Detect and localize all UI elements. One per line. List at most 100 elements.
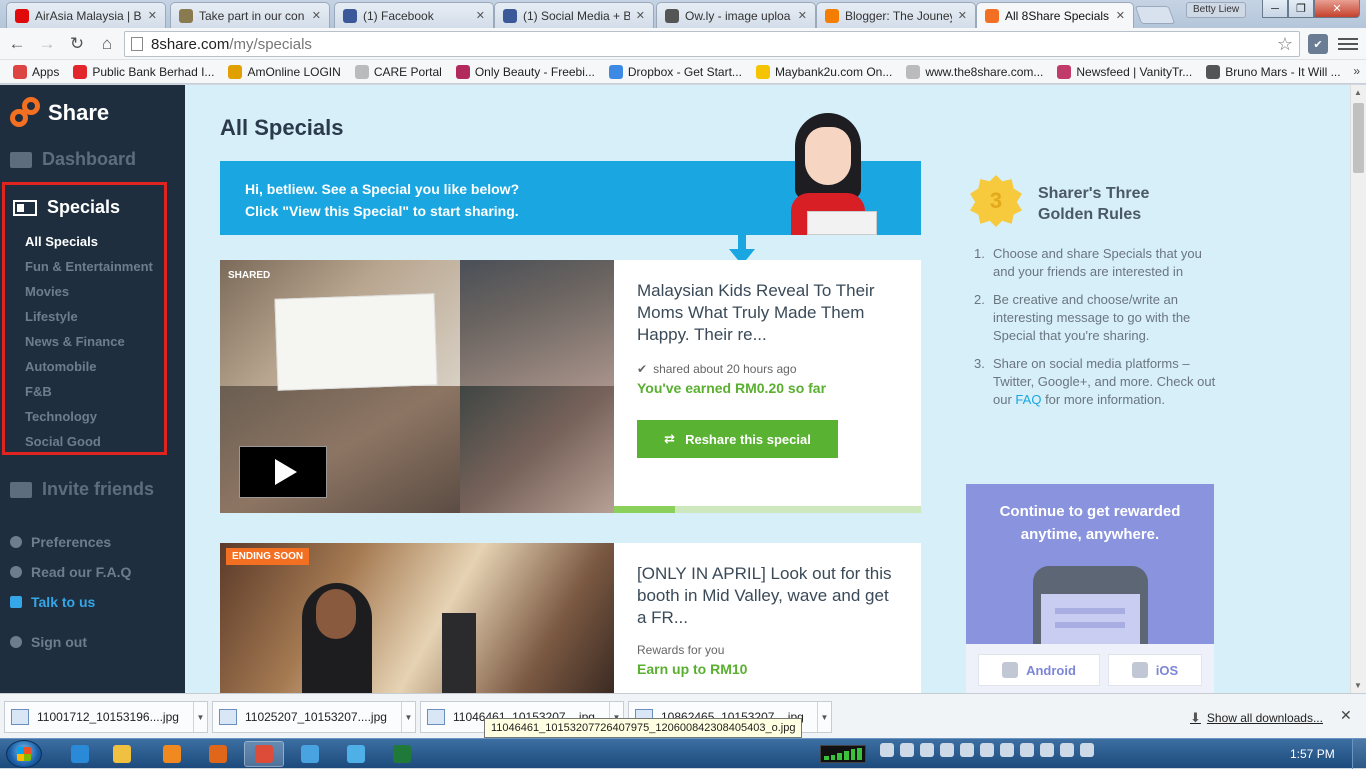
- back-button[interactable]: ←: [4, 32, 30, 56]
- sidebar-item-preferences[interactable]: Preferences: [10, 534, 111, 550]
- bookmark-item[interactable]: Only Beauty - Freebi...: [449, 64, 602, 79]
- category-movies[interactable]: Movies: [25, 284, 69, 299]
- category-social-good[interactable]: Social Good: [25, 434, 101, 449]
- rule-item: 1. Choose and share Specials that you an…: [974, 245, 1218, 281]
- bookmark-item[interactable]: CARE Portal: [348, 64, 449, 79]
- chrome-menu-icon[interactable]: [1338, 34, 1358, 54]
- android-button[interactable]: Android: [978, 654, 1100, 686]
- maximize-button[interactable]: ❐: [1288, 0, 1314, 18]
- close-icon[interactable]: ✕: [958, 9, 967, 22]
- taskbar-app-ie[interactable]: [60, 741, 100, 767]
- address-bar[interactable]: 8share.com/my/specials ☆: [124, 31, 1300, 57]
- page-scrollbar[interactable]: ▲ ▼: [1350, 85, 1366, 693]
- close-icon[interactable]: ✕: [798, 9, 807, 22]
- bookmark-item[interactable]: Public Bank Berhad I...: [66, 64, 221, 79]
- download-item[interactable]: 11001712_10153196....jpg ▼: [4, 701, 208, 733]
- sidebar-item-signout[interactable]: Sign out: [10, 634, 87, 650]
- taskbar-app-excel[interactable]: [382, 741, 422, 767]
- extension-icon[interactable]: ✔: [1308, 34, 1328, 54]
- play-button[interactable]: [239, 446, 327, 498]
- card-title[interactable]: Malaysian Kids Reveal To Their Moms What…: [637, 280, 899, 346]
- bookmark-star-icon[interactable]: ☆: [1277, 34, 1293, 55]
- new-tab-button[interactable]: [1134, 6, 1176, 24]
- show-all-downloads-link[interactable]: ⬇ Show all downloads...: [1190, 710, 1323, 726]
- browser-tab[interactable]: Take part in our con ✕: [170, 2, 330, 28]
- bluetooth-icon[interactable]: [920, 743, 934, 757]
- show-desktop-button[interactable]: [1352, 739, 1366, 769]
- scroll-up-icon[interactable]: ▲: [1354, 88, 1362, 97]
- forward-button[interactable]: →: [34, 32, 60, 56]
- sync-icon[interactable]: [1000, 743, 1014, 757]
- download-item[interactable]: 11025207_10153207....jpg ▼: [212, 701, 416, 733]
- bookmark-item[interactable]: Dropbox - Get Start...: [602, 64, 749, 79]
- wifi-icon[interactable]: [880, 743, 894, 757]
- minimize-button[interactable]: ─: [1262, 0, 1288, 18]
- bookmark-item[interactable]: Newsfeed | VanityTr...: [1050, 64, 1199, 79]
- start-button[interactable]: [6, 740, 42, 768]
- skype-icon[interactable]: [1020, 743, 1034, 757]
- clock[interactable]: 1:57 PM: [1290, 747, 1335, 761]
- scrollbar-thumb[interactable]: [1353, 103, 1364, 173]
- volume-icon[interactable]: [1080, 743, 1094, 757]
- taskbar-app-firefox[interactable]: [198, 741, 238, 767]
- reload-button[interactable]: ↻: [64, 32, 90, 56]
- browser-tab[interactable]: Blogger: The Jouney ✕: [816, 2, 976, 28]
- sidebar-item-specials[interactable]: Specials: [13, 197, 120, 218]
- browser-tab[interactable]: (1) Social Media + B ✕: [494, 2, 654, 28]
- category-technology[interactable]: Technology: [25, 409, 97, 424]
- dropdown-arrow-icon[interactable]: ▼: [401, 702, 415, 732]
- profile-user-badge[interactable]: Betty Liew: [1186, 2, 1247, 18]
- bookmarks-overflow-button[interactable]: »: [1353, 64, 1360, 78]
- browser-tab[interactable]: AirAsia Malaysia | Be ✕: [6, 2, 166, 28]
- taskbar-app-media[interactable]: [152, 741, 192, 767]
- taskbar-app-chrome[interactable]: [244, 741, 284, 767]
- scroll-down-icon[interactable]: ▼: [1354, 681, 1362, 690]
- reshare-button[interactable]: ⇄ Reshare this special: [637, 420, 838, 458]
- window-close-button[interactable]: ✕: [1314, 0, 1360, 18]
- signal-icon[interactable]: [1060, 743, 1074, 757]
- sidebar-item-faq[interactable]: Read our F.A.Q: [10, 564, 131, 580]
- faq-link[interactable]: FAQ: [1015, 392, 1041, 407]
- sidebar-item-talk[interactable]: Talk to us: [10, 594, 95, 610]
- browser-tab[interactable]: (1) Facebook ✕: [334, 2, 494, 28]
- chrome-tray-icon[interactable]: [960, 743, 974, 757]
- close-icon[interactable]: ✕: [148, 9, 157, 22]
- home-button[interactable]: ⌂: [94, 32, 120, 56]
- browser-tab-active[interactable]: All 8Share Specials ✕: [976, 2, 1134, 28]
- taskbar-app-globe[interactable]: [290, 741, 330, 767]
- browser-tab[interactable]: Ow.ly - image uploa ✕: [656, 2, 816, 28]
- category-automobile[interactable]: Automobile: [25, 359, 97, 374]
- category-fnb[interactable]: F&B: [25, 384, 52, 399]
- close-shelf-icon[interactable]: ✕: [1340, 707, 1352, 724]
- taskbar-app-explorer[interactable]: [102, 741, 142, 767]
- taskbar-app-messenger[interactable]: [336, 741, 376, 767]
- sidebar-item-dashboard[interactable]: Dashboard: [10, 149, 136, 170]
- card-title[interactable]: [ONLY IN APRIL] Look out for this booth …: [637, 563, 899, 629]
- close-icon[interactable]: ✕: [312, 9, 321, 22]
- special-card[interactable]: SHARED Malaysian Kids Reveal To Their Mo…: [220, 260, 921, 513]
- dropdown-arrow-icon[interactable]: ▼: [193, 702, 207, 732]
- close-icon[interactable]: ✕: [476, 9, 485, 22]
- flag-icon[interactable]: [940, 743, 954, 757]
- category-all-specials[interactable]: All Specials: [25, 234, 98, 249]
- ios-button[interactable]: iOS: [1108, 654, 1202, 686]
- category-fun-entertainment[interactable]: Fun & Entertainment: [25, 259, 153, 274]
- special-image[interactable]: ENDING SOON: [220, 543, 614, 693]
- bookmark-item[interactable]: Bruno Mars - It Will ...: [1199, 64, 1347, 79]
- bookmark-apps[interactable]: Apps: [6, 64, 66, 79]
- logo[interactable]: Share: [10, 97, 109, 129]
- category-news-finance[interactable]: News & Finance: [25, 334, 125, 349]
- category-lifestyle[interactable]: Lifestyle: [25, 309, 78, 324]
- bookmark-item[interactable]: AmOnline LOGIN: [221, 64, 347, 79]
- video-thumbnail[interactable]: SHARED: [220, 260, 614, 513]
- shield-icon[interactable]: [900, 743, 914, 757]
- sidebar-item-invite[interactable]: Invite friends: [10, 479, 154, 500]
- battery-icon[interactable]: [980, 743, 994, 757]
- bookmark-item[interactable]: Maybank2u.com On...: [749, 64, 899, 79]
- bookmark-item[interactable]: www.the8share.com...: [899, 64, 1050, 79]
- close-icon[interactable]: ✕: [1116, 9, 1125, 22]
- special-card[interactable]: ENDING SOON [ONLY IN APRIL] Look out for…: [220, 543, 921, 693]
- network-icon[interactable]: [1040, 743, 1054, 757]
- dropdown-arrow-icon[interactable]: ▼: [817, 702, 831, 732]
- close-icon[interactable]: ✕: [636, 9, 645, 22]
